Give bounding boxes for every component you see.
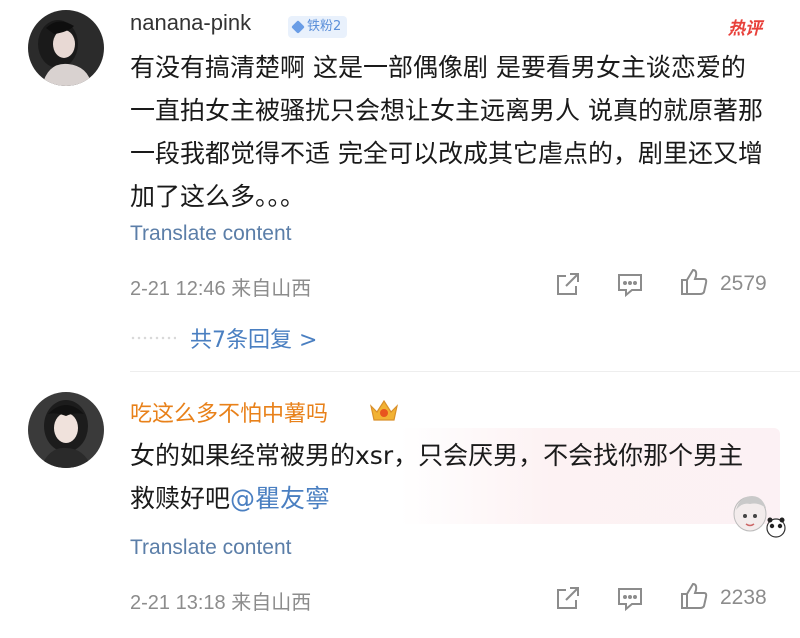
share-icon[interactable] <box>552 582 584 614</box>
mention-link[interactable]: @瞿友寧 <box>230 484 330 513</box>
comment-text: 有没有搞清楚啊 这是一部偶像剧 是要看男女主谈恋爱的 一直拍女主被骚扰只会想让女… <box>130 53 763 211</box>
comment-text: 女的如果经常被男的xsr，只会厌男，不会找你那个男主救赎好吧@瞿友寧 <box>130 434 750 520</box>
reply-indicator <box>130 336 176 340</box>
like-icon[interactable] <box>678 580 710 612</box>
avatar[interactable] <box>28 10 104 86</box>
avatar[interactable] <box>28 392 104 468</box>
comment-icon[interactable] <box>614 268 646 300</box>
like-icon[interactable] <box>678 266 710 298</box>
share-icon[interactable] <box>552 268 584 300</box>
sticker-icon <box>726 488 788 544</box>
comment-meta: 2-21 12:46 来自山西 <box>130 278 312 300</box>
comment-item: nanana-pink 铁粉2 热评 有没有搞清楚啊 这是一部偶像剧 是要看男女… <box>0 0 800 372</box>
hot-comment-tag: 热评 <box>728 19 762 39</box>
comment-icon[interactable] <box>614 582 646 614</box>
crown-icon <box>368 396 400 424</box>
like-count: 2238 <box>720 586 767 609</box>
translate-link[interactable]: Translate content <box>130 222 291 246</box>
comment-item: 吃这么多不怕中薯吗 女的如果经常被男的xsr，只会厌男，不会找你那个男主救赎好吧… <box>0 372 800 638</box>
comment-meta: 2-21 13:18 来自山西 <box>130 592 312 614</box>
username[interactable]: 吃这么多不怕中薯吗 <box>130 396 328 428</box>
fan-badge: 铁粉2 <box>288 16 348 38</box>
like-count: 2579 <box>720 272 767 295</box>
translate-link[interactable]: Translate content <box>130 536 291 560</box>
username[interactable]: nanana-pink <box>130 10 251 36</box>
comment-text-body: 女的如果经常被男的xsr，只会厌男，不会找你那个男主救赎好吧 <box>130 441 744 513</box>
fan-badge-label: 铁粉2 <box>307 19 342 34</box>
diamond-icon <box>291 20 305 34</box>
view-replies-link[interactable]: 共7条回复 > <box>190 322 317 354</box>
